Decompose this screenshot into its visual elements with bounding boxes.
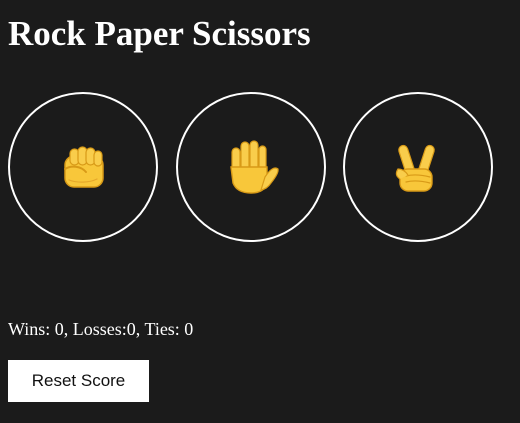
game-title: Rock Paper Scissors [8, 14, 311, 53]
choice-buttons [8, 92, 498, 242]
victory-hand-icon [395, 144, 435, 192]
scissors-choice-button[interactable] [343, 92, 493, 242]
reset-score-button[interactable]: Reset Score [8, 360, 149, 402]
score-display: Wins: 0, Losses:0, Ties: 0 [8, 319, 194, 339]
paper-choice-button[interactable] [176, 92, 326, 242]
raised-hand-icon [230, 140, 279, 194]
rock-choice-button[interactable] [8, 92, 158, 242]
raised-fist-icon [64, 146, 104, 188]
